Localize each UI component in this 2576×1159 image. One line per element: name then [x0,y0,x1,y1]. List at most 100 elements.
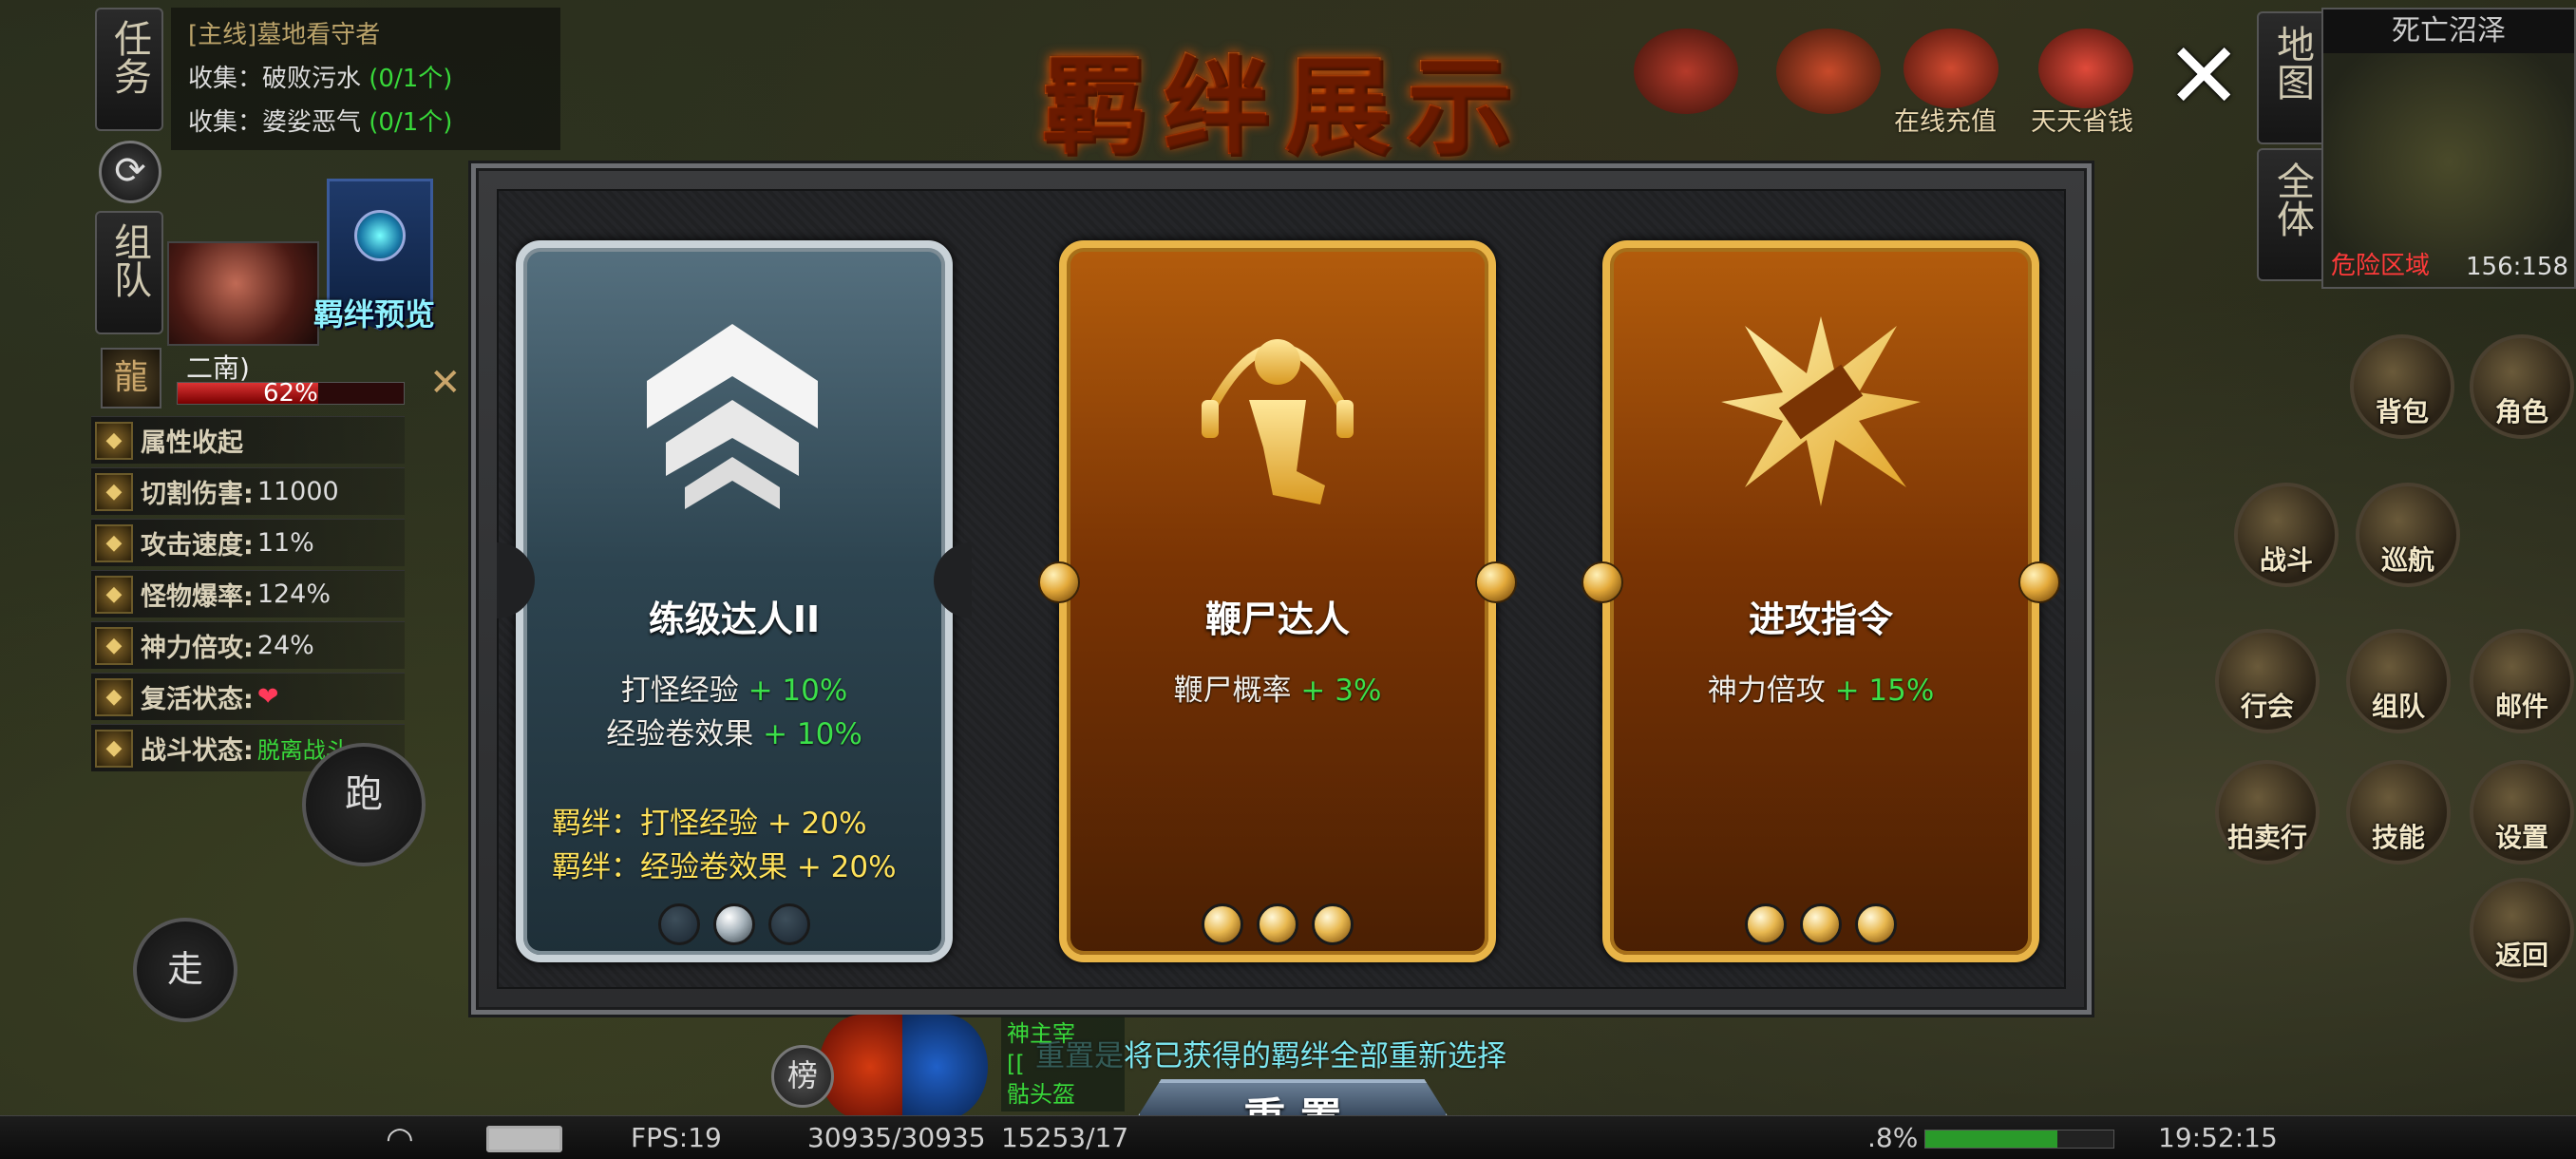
star-dot [1745,903,1787,945]
speed-icon: ◆ [95,523,133,562]
exp-value: .8% [1867,1122,1919,1153]
star-dot [658,903,700,945]
fps-label: FPS:19 [631,1122,722,1153]
recharge-label: 在线充值 [1894,107,1997,137]
star-dot [1312,903,1354,945]
chat-box[interactable]: 神主宰 [[ 骷头盔 [1001,1016,1125,1112]
all-tab[interactable]: 全体 [2257,148,2327,281]
stat-label: 神力倍攻: [141,634,254,663]
stat-row: ◆ 神力倍攻: 24% [91,621,405,669]
menu-label: 背包 [2375,396,2429,428]
chat-line: 骷头盔 [1007,1081,1075,1108]
hp-value: 30935/30935 [807,1122,986,1153]
menu-label: 战斗 [2259,544,2313,576]
recharge-icon[interactable] [1904,28,1998,108]
power-icon: ◆ [95,626,133,665]
menu-label: 拍卖行 [2226,822,2307,853]
stat-label: 攻击速度: [141,531,254,560]
menu-button[interactable]: 角色 [2470,334,2574,439]
wifi-icon: ◠ [386,1120,414,1158]
walk-button[interactable]: 走 [133,918,237,1022]
team-tab-label: 组队 [107,222,151,298]
refresh-icon[interactable]: ⟳ [99,141,161,203]
card-effect: 打怪经验 + 10% [620,674,848,708]
avatar[interactable] [167,241,319,346]
menu-button[interactable]: 技能 [2346,760,2451,864]
burst-icon [1721,316,1921,506]
menu-button[interactable]: 设置 [2470,760,2574,864]
menu-button[interactable]: 巡航 [2356,483,2460,587]
card-knob [1038,561,1080,603]
close-icon[interactable]: ✕ [429,361,462,405]
stat-label: 切割伤害: [141,480,254,509]
menu-button[interactable]: 邮件 [2470,629,2574,733]
menu-button[interactable]: 行会 [2215,629,2320,733]
clock: 19:52:15 [2158,1122,2278,1153]
walk-label: 走 [166,948,203,990]
exp-bar [1924,1130,2114,1149]
menu-label: 邮件 [2494,691,2548,722]
chat-line: 神主宰 [1007,1020,1075,1047]
menu-label: 返回 [2494,940,2548,971]
bond-bonus: 羁绊：经验卷效果 + 20% [552,850,897,884]
card-effect: 鞭尸概率 + 3% [1173,674,1382,708]
stat-row[interactable]: ◆ 属性收起 [91,416,405,464]
menu-button[interactable]: 战斗 [2234,483,2339,587]
quest-tab[interactable]: 任务 [95,8,163,131]
stat-row: ◆ 攻击速度: 11% [91,519,405,566]
collapse-icon: ◆ [95,421,133,460]
run-button[interactable]: 跑 [302,743,426,866]
minimap[interactable]: 死亡沼泽 危险区域 156:158 [2321,8,2576,289]
star-dot [768,903,810,945]
menu-button[interactable]: 返回 [2470,878,2574,982]
menu-label: 组队 [2371,691,2425,722]
menu-label: 设置 [2494,822,2548,853]
danger-label: 危险区域 [2331,252,2431,280]
status-bar: ◠ FPS:19 30935/30935 15253/17 .8% 19:52:… [0,1115,2576,1159]
top-event-icon[interactable] [1634,28,1738,114]
star-dots [1067,903,1488,945]
bond-preview-label: 羁绊预览 [313,296,436,332]
top-event-icon[interactable] [1776,28,1881,114]
menu-label: 行会 [2240,691,2294,722]
quest-item: 收集：婆娑恶气 (0/1个) [188,108,453,137]
star-dots [523,903,945,945]
star-dot [1202,903,1243,945]
hp-bar: 62% [177,379,405,408]
quest-tracker[interactable]: [主线]墓地看守者 收集：破败污水 (0/1个) 收集：婆娑恶气 (0/1个) [171,8,560,150]
bond-card[interactable]: 鞭尸达人 鞭尸概率 + 3% [1038,240,1517,962]
zone-name: 死亡沼泽 [2323,10,2574,53]
card-name: 练级达人II [648,598,821,640]
battery-icon [486,1126,562,1152]
rank-button[interactable]: 榜 [771,1045,834,1108]
modal-inner: 练级达人II 打怪经验 + 10% 经验卷效果 + 10% 羁绊：打怪经验 + 20%… [497,189,2066,989]
stat-value: 24% [256,631,314,660]
mp-value: 15253/17 [1001,1122,1129,1153]
stat-row: ◆ 切割伤害: 11000 [91,467,405,515]
close-window-icon[interactable]: ✕ [2166,28,2242,124]
stat-value: 11000 [256,477,339,506]
bond-card[interactable]: 进攻指令 神力倍攻 + 15% [1582,240,2060,962]
bond-card[interactable]: 练级达人II 打怪经验 + 10% 经验卷效果 + 10% 羁绊：打怪经验 + 20%… [497,240,972,962]
stat-label: 战斗状态: [141,736,254,766]
menu-button[interactable]: 背包 [2350,334,2454,439]
mp-orb [902,1015,988,1119]
menu-button[interactable]: 拍卖行 [2215,760,2320,864]
stat-row: ◆ 复活状态: ❤ [91,673,405,720]
stat-label: 属性收起 [141,428,243,458]
revive-icon: ◆ [95,677,133,716]
map-tab-label: 地图 [2270,25,2314,101]
menu-label: 技能 [2371,822,2425,853]
player-name: 二南) [186,352,250,384]
card-name: 进攻指令 [1748,598,1893,640]
star-dot [713,903,755,945]
bond-modal: 练级达人II 打怪经验 + 10% 经验卷效果 + 10% 羁绊：打怪经验 + 20%… [471,163,2092,1015]
stat-row: ◆ 怪物爆率: 124% [91,570,405,618]
stat-label: 怪物爆率: [141,582,254,612]
team-tab[interactable]: 组队 [95,211,163,334]
menu-button[interactable]: 组队 [2346,629,2451,733]
saving-label: 天天省钱 [2031,107,2133,137]
quest-tab-label: 任务 [107,19,151,95]
map-tab[interactable]: 地图 [2257,11,2327,144]
saving-icon[interactable] [2038,28,2133,108]
